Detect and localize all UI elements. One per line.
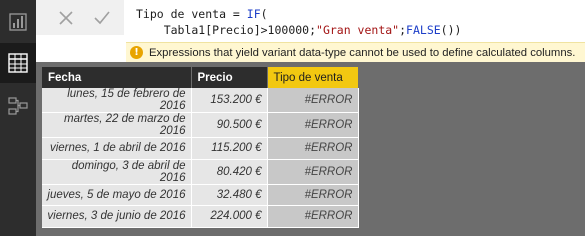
formula-editor[interactable]: Tipo de venta = IF( Tabla1[Precio]>10000… [136,6,576,38]
data-grid-canvas: Fecha Precio Tipo de venta lunes, 15 de … [36,62,585,236]
table-cell[interactable]: viernes, 1 de abril de 2016 [42,137,192,160]
table-cell[interactable]: 32.480 € [191,184,268,207]
column-header-precio[interactable]: Precio [191,67,268,88]
table-row: jueves, 5 de mayo de 2016 32.480 € #ERRO… [42,184,359,207]
table-row: domingo, 3 de abril de 2016 80.420 € #ER… [42,159,359,185]
close-icon [59,10,73,25]
table-cell[interactable]: viernes, 3 de junio de 2016 [42,205,192,228]
formula-text: Tabla1[Precio]>100000; [136,23,317,37]
error-cell[interactable]: #ERROR [267,137,359,160]
formula-string-literal: "Gran venta" [316,23,400,37]
table-row: lunes, 15 de febrero de 2016 153.200 € #… [42,88,359,113]
error-cell[interactable]: #ERROR [267,159,359,185]
table-row: viernes, 3 de junio de 2016 224.000 € #E… [42,205,359,228]
data-table: Fecha Precio Tipo de venta lunes, 15 de … [42,67,359,228]
table-cell[interactable]: martes, 22 de marzo de 2016 [42,112,192,138]
formula-text: ( [260,7,268,21]
table-cell[interactable]: lunes, 15 de febrero de 2016 [42,88,192,113]
column-header-tipo-de-venta[interactable]: Tipo de venta [267,67,359,88]
error-cell[interactable]: #ERROR [267,88,359,113]
formula-text: Tipo de venta = [136,7,247,21]
table-cell[interactable]: jueves, 5 de mayo de 2016 [42,184,192,207]
formula-error-bar: ! Expressions that yield variant data-ty… [126,42,585,62]
error-message: Expressions that yield variant data-type… [149,46,576,59]
error-cell[interactable]: #ERROR [267,205,359,228]
table-cell[interactable]: 153.200 € [191,88,268,113]
cancel-formula-button[interactable] [46,0,86,35]
formula-boolean-keyword: FALSE [406,23,441,37]
bar-chart-icon [9,13,27,31]
data-view-button[interactable] [0,43,36,83]
error-cell[interactable]: #ERROR [267,184,359,207]
commit-formula-button[interactable] [82,0,122,35]
relationships-view-button[interactable] [0,86,36,126]
table-cell[interactable]: 90.500 € [191,112,268,138]
checkmark-icon [94,10,110,24]
table-grid-icon [8,53,28,73]
table-cell[interactable]: 224.000 € [191,205,268,228]
left-view-rail [0,0,36,236]
table-cell[interactable]: domingo, 3 de abril de 2016 [42,159,192,185]
table-cell[interactable]: 115.200 € [191,137,268,160]
column-header-fecha[interactable]: Fecha [42,67,192,88]
table-row: viernes, 1 de abril de 2016 115.200 € #E… [42,137,359,160]
error-cell[interactable]: #ERROR [267,112,359,138]
table-row: martes, 22 de marzo de 2016 90.500 € #ER… [42,112,359,138]
relationships-icon [8,97,28,115]
formula-function-keyword: IF [246,7,261,21]
warning-icon: ! [130,46,143,59]
formula-text: ()) [440,23,462,37]
formula-text: ; [399,23,407,37]
formula-toolbar: Tipo de venta = IF( Tabla1[Precio]>10000… [36,0,585,62]
report-view-button[interactable] [0,2,36,42]
table-cell[interactable]: 80.420 € [191,159,268,185]
